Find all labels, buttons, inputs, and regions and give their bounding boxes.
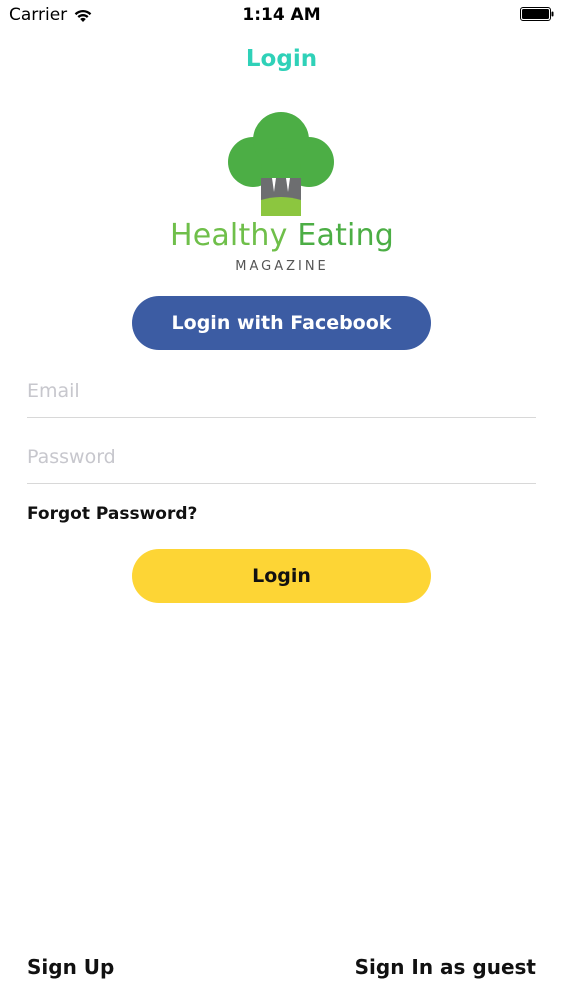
password-input[interactable] — [27, 431, 536, 484]
logo: Healthy Eating MAGAZINE — [165, 110, 399, 280]
logo-subtitle: MAGAZINE — [235, 259, 329, 274]
broccoli-chef-icon — [228, 112, 334, 216]
status-bar: Carrier 1:14 AM — [0, 0, 563, 30]
email-input[interactable] — [27, 365, 536, 418]
page-title: Login — [245, 46, 318, 72]
forgot-password-link[interactable]: Forgot Password? — [27, 504, 197, 524]
logo-title: Healthy Eating — [165, 218, 399, 253]
login-with-facebook-button[interactable]: Login with Facebook — [132, 296, 431, 350]
login-button[interactable]: Login — [132, 549, 431, 603]
sign-in-as-guest-link[interactable]: Sign In as guest — [355, 955, 536, 979]
status-time: 1:14 AM — [242, 5, 321, 25]
sign-up-link[interactable]: Sign Up — [27, 955, 114, 979]
logo-title-eating: Eating — [297, 218, 395, 253]
battery-icon — [520, 7, 554, 21]
logo-title-healthy: Healthy — [169, 218, 288, 253]
